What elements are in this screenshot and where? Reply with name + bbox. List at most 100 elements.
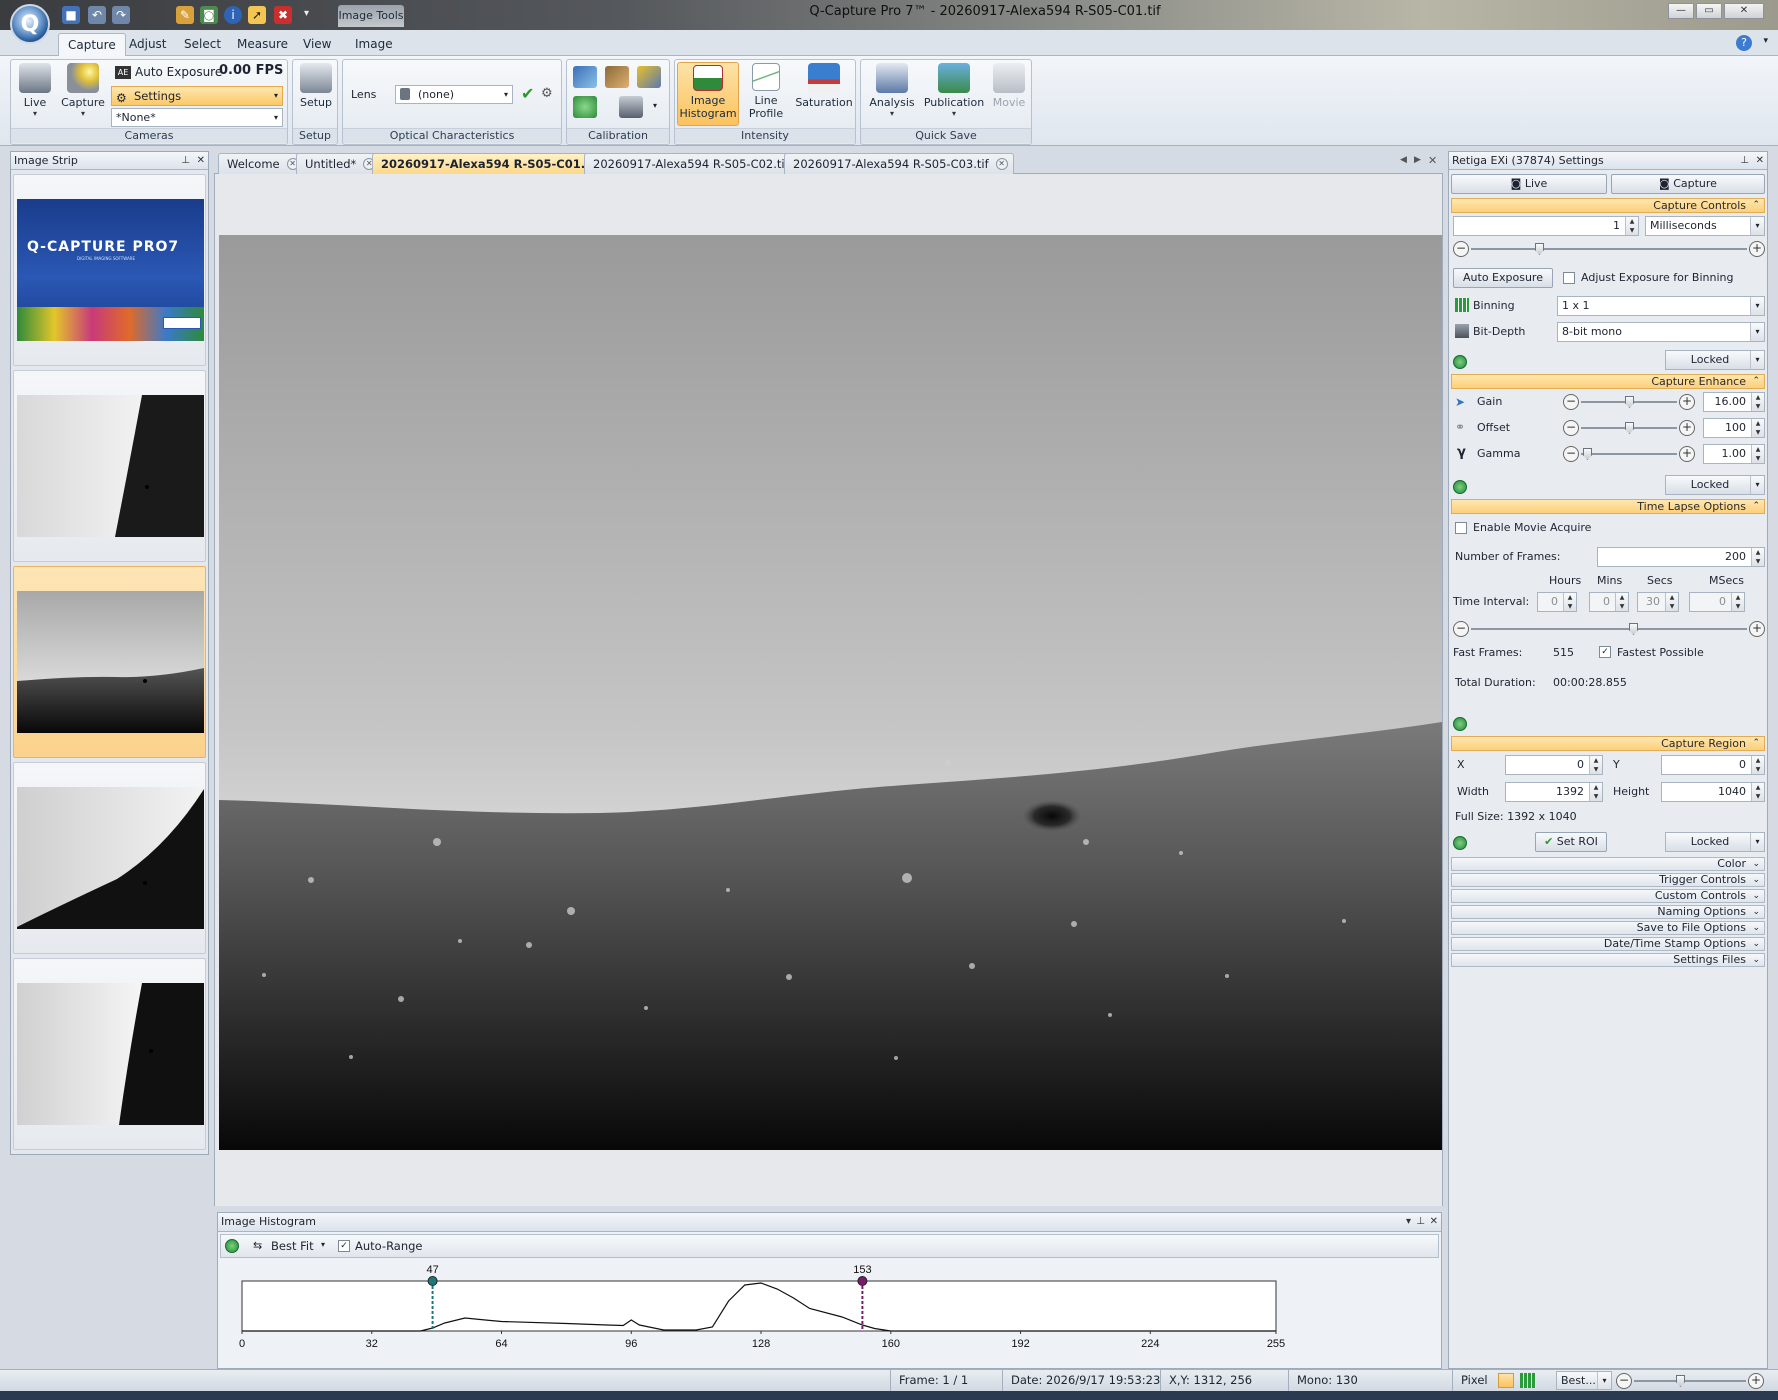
tab-view[interactable]: View [294, 33, 340, 56]
thumbnail-2-selected[interactable] [13, 566, 206, 758]
interval-msecs-input[interactable]: 0 ▲ ▼ [1689, 592, 1745, 612]
apply-check-icon[interactable]: ✔ [521, 84, 534, 103]
tab-scroll-right-icon[interactable]: ▶ [1414, 155, 1421, 165]
minus-icon[interactable]: − [1563, 394, 1579, 410]
exposure-unit-dropdown[interactable]: Milliseconds ▾ [1645, 216, 1765, 236]
lens-settings-icon[interactable]: ⚙ [541, 86, 553, 101]
brush-icon[interactable]: ✎ [176, 6, 194, 24]
plus-icon[interactable]: + [1749, 621, 1765, 637]
movie-button[interactable]: Movie [989, 63, 1029, 109]
roi-x-input[interactable]: 0 ▲ ▼ [1505, 755, 1603, 775]
frames-spinner[interactable]: ▲ ▼ [1751, 548, 1764, 566]
roi-height-input[interactable]: 1040 ▲ ▼ [1661, 782, 1765, 802]
auto-exposure-button[interactable]: Auto Exposure [135, 65, 222, 79]
publication-button[interactable]: Publication ▾ [921, 63, 987, 118]
binning-dropdown[interactable]: 1 x 1 ▾ [1557, 296, 1765, 316]
close-button[interactable]: ✕ [1724, 3, 1764, 19]
section-save-to-file[interactable]: Save to File Options ⌄ [1451, 921, 1765, 935]
slider-thumb[interactable] [1625, 422, 1634, 434]
gamma-spinner[interactable]: ▲ ▼ [1751, 445, 1764, 463]
fastest-possible-checkbox[interactable]: ✓ [1599, 646, 1611, 658]
tab-image[interactable]: Image [346, 33, 402, 56]
auto-range-checkbox[interactable]: ✓ [338, 1240, 350, 1252]
maximize-button[interactable]: ▭ [1696, 3, 1722, 19]
line-profile-button[interactable]: Line Profile [743, 63, 789, 120]
close-document-icon[interactable]: ✕ [1428, 154, 1437, 167]
capture-button[interactable]: Capture ▾ [61, 63, 105, 118]
status-pixel[interactable]: Pixel [1452, 1370, 1498, 1392]
minus-icon[interactable]: − [1616, 1373, 1632, 1389]
save-icon[interactable]: ■ [62, 6, 80, 24]
section-trigger-controls[interactable]: Trigger Controls ⌄ [1451, 873, 1765, 887]
minimize-button[interactable]: — [1668, 3, 1694, 19]
section-color[interactable]: Color ⌄ [1451, 857, 1765, 871]
pin-icon[interactable]: ⊥ [1416, 1213, 1425, 1231]
roi-y-input[interactable]: 0 ▲ ▼ [1661, 755, 1765, 775]
frames-input[interactable]: 200 ▲ ▼ [1597, 547, 1765, 567]
lens-dropdown[interactable]: (none) ▾ [395, 85, 513, 104]
roi-x-spinner[interactable]: ▲ ▼ [1589, 756, 1602, 774]
interval-mins-input[interactable]: 0 ▲ ▼ [1589, 592, 1629, 612]
close-image-icon[interactable]: ✖ [274, 6, 292, 24]
histogram-chart[interactable]: 0 32 64 96 128 160 192 224 255 47 153 [220, 1259, 1439, 1365]
calibrate-refresh-icon[interactable] [573, 96, 597, 118]
calibrate-ruler-icon[interactable] [637, 66, 661, 88]
high-marker-handle[interactable] [857, 1276, 868, 1286]
calibrate-color-icon[interactable] [573, 66, 597, 88]
slider-thumb[interactable] [1676, 1375, 1685, 1387]
msecs-spinner[interactable]: ▲ ▼ [1731, 593, 1744, 611]
capture-enhance-lock-dropdown[interactable]: Locked ▾ [1665, 475, 1765, 495]
section-naming-options[interactable]: Naming Options ⌄ [1451, 905, 1765, 919]
qat-dropdown-icon[interactable]: ▾ [304, 8, 309, 19]
doc-tab-c02[interactable]: 20260917-Alexa594 R-S05-C02.tif✕ [584, 153, 814, 174]
minus-icon[interactable]: − [1563, 446, 1579, 462]
section-capture-region[interactable]: Capture Region ⌃ [1451, 736, 1765, 751]
tab-scroll-left-icon[interactable]: ◀ [1400, 155, 1407, 165]
thumbnail-4[interactable] [13, 958, 206, 1150]
view-image-icon[interactable] [1498, 1373, 1514, 1388]
roi-width-spinner[interactable]: ▲ ▼ [1589, 783, 1602, 801]
exposure-slider[interactable]: − + [1453, 241, 1765, 257]
close-icon[interactable]: ✕ [197, 152, 205, 170]
settings-dropdown[interactable]: ⚙ Settings ▾ [111, 86, 283, 106]
thumbnail-1[interactable] [13, 370, 206, 562]
offset-input[interactable]: 100 ▲ ▼ [1703, 418, 1765, 438]
exposure-spinner[interactable]: ▲ ▼ [1625, 217, 1638, 235]
offset-spinner[interactable]: ▲ ▼ [1751, 419, 1764, 437]
doc-tab-welcome[interactable]: Welcome ✕ [218, 153, 305, 174]
set-roi-button[interactable]: ✔ Set ROI [1535, 832, 1607, 852]
chevron-down-icon[interactable]: ▾ [1406, 1213, 1411, 1231]
roi-height-spinner[interactable]: ▲ ▼ [1751, 783, 1764, 801]
hours-spinner[interactable]: ▲ ▼ [1563, 593, 1576, 611]
plus-icon[interactable]: + [1748, 1373, 1764, 1389]
best-fit-dropdown[interactable]: Best Fit [271, 1239, 314, 1253]
slider-thumb[interactable] [1625, 396, 1634, 408]
refresh-icon[interactable] [1453, 836, 1467, 850]
image-histogram-button[interactable]: Image Histogram [677, 62, 739, 126]
view-grid-icon[interactable] [1520, 1373, 1536, 1388]
interval-secs-input[interactable]: 30 ▲ ▼ [1637, 592, 1679, 612]
capture-region-lock-dropdown[interactable]: Locked ▾ [1665, 832, 1765, 852]
setup-button[interactable]: Setup [297, 63, 335, 109]
mins-spinner[interactable]: ▲ ▼ [1615, 593, 1628, 611]
gain-input[interactable]: 16.00 ▲ ▼ [1703, 392, 1765, 412]
low-marker-handle[interactable] [427, 1276, 438, 1286]
zoom-slider[interactable]: − + [1616, 1373, 1764, 1389]
tab-measure[interactable]: Measure [228, 33, 297, 56]
section-date-time-stamp[interactable]: Date/Time Stamp Options ⌄ [1451, 937, 1765, 951]
capture-controls-lock-dropdown[interactable]: Locked ▾ [1665, 350, 1765, 370]
interval-hours-input[interactable]: 0 ▲ ▼ [1537, 592, 1577, 612]
minus-icon[interactable]: − [1453, 621, 1469, 637]
gain-spinner[interactable]: ▲ ▼ [1751, 393, 1764, 411]
enable-movie-checkbox[interactable] [1455, 522, 1467, 534]
gain-slider[interactable]: − + [1563, 394, 1695, 410]
doc-tab-untitled[interactable]: Untitled* ✕ [296, 153, 382, 174]
refresh-icon[interactable] [1453, 480, 1467, 494]
thumbnail-splash[interactable]: Q-CAPTURE PRO7 DIGITAL IMAGING SOFTWARE [13, 174, 206, 366]
info-icon[interactable]: i [224, 6, 242, 24]
live-mode-button[interactable]: ◙ Live [1451, 174, 1607, 194]
plus-icon[interactable]: + [1679, 394, 1695, 410]
offset-slider[interactable]: − + [1563, 420, 1695, 436]
chevron-down-icon[interactable]: ▾ [653, 101, 657, 110]
capture-mode-button[interactable]: ◙ Capture [1611, 174, 1765, 194]
